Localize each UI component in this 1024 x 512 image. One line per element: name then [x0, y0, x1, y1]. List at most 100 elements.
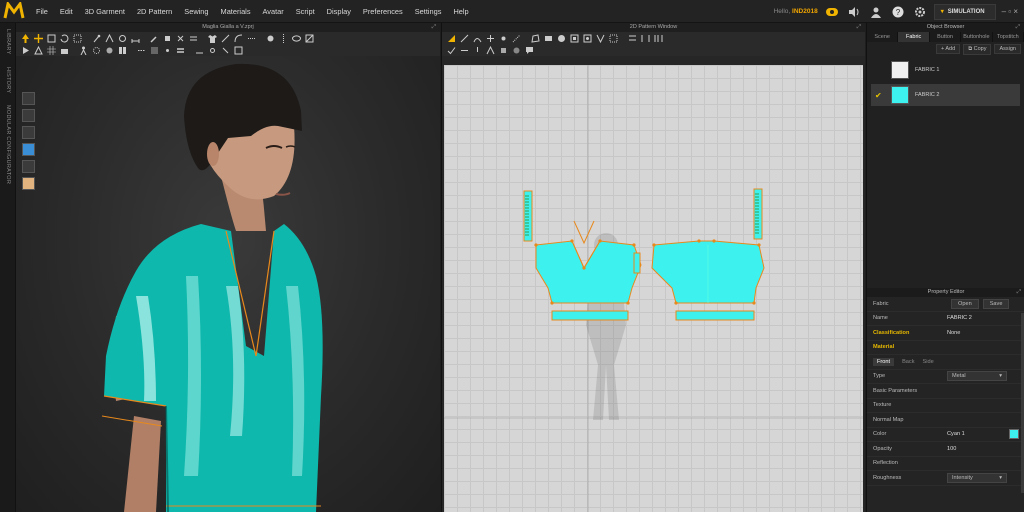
- move-tool-icon[interactable]: [33, 33, 44, 43]
- internal-rect-icon[interactable]: [569, 33, 580, 43]
- rotate-icon[interactable]: [59, 33, 70, 43]
- edit-texture-icon[interactable]: [498, 45, 509, 55]
- add-fabric-button[interactable]: + Add: [935, 44, 961, 54]
- oval-icon[interactable]: [291, 33, 302, 43]
- add-point-icon[interactable]: [485, 33, 496, 43]
- circle-icon[interactable]: [556, 33, 567, 43]
- garment-icon[interactable]: [207, 33, 218, 43]
- skin-view-icon[interactable]: [22, 177, 35, 190]
- fold-arrangement-icon[interactable]: [485, 45, 496, 55]
- menu-3d-garment[interactable]: 3D Garment: [79, 0, 131, 23]
- window-controls[interactable]: – ▫ ×: [1002, 7, 1018, 16]
- copy-fabric-button[interactable]: ⧉ Copy: [963, 43, 992, 55]
- expand-icon[interactable]: ⤢: [857, 23, 861, 32]
- name-field[interactable]: FABRIC 2: [947, 315, 1019, 321]
- slash-icon[interactable]: [511, 33, 522, 43]
- gear-icon[interactable]: [912, 4, 928, 20]
- open-button[interactable]: Open: [951, 298, 979, 309]
- trace-pattern-icon[interactable]: [608, 33, 619, 43]
- menu-2d-pattern[interactable]: 2D Pattern: [131, 0, 178, 23]
- opacity-value[interactable]: 100: [947, 446, 1019, 452]
- zipper-icon[interactable]: [278, 33, 289, 43]
- menu-settings[interactable]: Settings: [409, 0, 448, 23]
- menu-materials[interactable]: Materials: [215, 0, 257, 23]
- tab-front[interactable]: Front: [873, 357, 895, 366]
- edit-pattern-icon[interactable]: [459, 33, 470, 43]
- tab-buttonhole[interactable]: Buttonhole: [961, 32, 993, 42]
- menu-help[interactable]: Help: [447, 0, 474, 23]
- button-tool-icon[interactable]: [265, 33, 276, 43]
- trace-icon[interactable]: [246, 33, 257, 43]
- tab-topstitch[interactable]: Topstitch: [993, 32, 1024, 42]
- sewing-line-icon[interactable]: [459, 45, 470, 55]
- menu-display[interactable]: Display: [321, 0, 357, 23]
- xray-icon[interactable]: [91, 45, 102, 55]
- material-label[interactable]: Material: [873, 344, 947, 350]
- simulate-icon[interactable]: [20, 45, 31, 55]
- transform-icon[interactable]: [46, 33, 57, 43]
- line-icon[interactable]: [220, 33, 231, 43]
- light-view-icon[interactable]: [22, 160, 35, 173]
- type-select[interactable]: Metal ▾: [947, 371, 1007, 382]
- save-button[interactable]: Save: [982, 298, 1010, 309]
- tab-fabric[interactable]: Fabric: [898, 32, 930, 42]
- select-tool-icon[interactable]: [20, 33, 31, 43]
- rectangle-icon[interactable]: [543, 33, 554, 43]
- shrink-icon[interactable]: [175, 33, 186, 43]
- show-pins-icon[interactable]: [207, 45, 218, 55]
- 2d-pattern-canvas[interactable]: [444, 65, 863, 512]
- tab-button[interactable]: Button: [930, 32, 962, 42]
- edit-point-icon[interactable]: [72, 33, 83, 43]
- curve-icon[interactable]: [233, 33, 244, 43]
- roughness-select[interactable]: Intensity ▾: [947, 472, 1007, 483]
- pin-icon[interactable]: [91, 33, 102, 43]
- side-tab-history[interactable]: HISTORY: [0, 61, 16, 99]
- measure-icon[interactable]: [130, 33, 141, 43]
- notch-icon[interactable]: [472, 45, 483, 55]
- menu-edit[interactable]: Edit: [54, 0, 79, 23]
- transform-pattern-icon[interactable]: [446, 33, 457, 43]
- expand-icon[interactable]: ⤢: [432, 23, 436, 32]
- sound-icon[interactable]: [846, 4, 862, 20]
- menu-file[interactable]: File: [30, 0, 54, 23]
- camera-icon[interactable]: [59, 45, 70, 55]
- menu-avatar[interactable]: Avatar: [257, 0, 290, 23]
- expand-icon[interactable]: ⤢: [1016, 23, 1020, 32]
- skin-icon[interactable]: [104, 45, 115, 55]
- segment-sewing-icon[interactable]: [640, 33, 651, 43]
- show-measure-icon[interactable]: [194, 45, 205, 55]
- fit-icon[interactable]: [33, 45, 44, 55]
- stitch-view-icon[interactable]: [136, 45, 147, 55]
- list-item[interactable]: FABRIC 1: [871, 59, 1020, 81]
- side-tab-modular-configurator[interactable]: MODULAR CONFIGURATOR: [0, 99, 16, 190]
- tack-icon[interactable]: [117, 33, 128, 43]
- classification-label[interactable]: Classification: [873, 330, 947, 336]
- fold-icon[interactable]: [104, 33, 115, 43]
- curve-point-icon[interactable]: [498, 33, 509, 43]
- show-grid-icon[interactable]: [233, 45, 244, 55]
- expand-icon[interactable]: ⤢: [1017, 288, 1021, 297]
- show-tacks-icon[interactable]: [220, 45, 231, 55]
- simulation-button[interactable]: ▾ SIMULATION: [933, 3, 996, 20]
- tab-side[interactable]: Side: [923, 359, 934, 365]
- annotation-icon[interactable]: [524, 45, 535, 55]
- pattern-view-icon[interactable]: [117, 45, 128, 55]
- tab-back[interactable]: Back: [902, 359, 914, 365]
- texture-icon[interactable]: [304, 33, 315, 43]
- menu-preferences[interactable]: Preferences: [357, 0, 409, 23]
- tab-scene[interactable]: Scene: [867, 32, 899, 42]
- strain-map-icon[interactable]: [149, 45, 160, 55]
- basic-params-row[interactable]: Basic Parameters: [867, 384, 1024, 399]
- garment-solid-icon[interactable]: [22, 109, 35, 122]
- check-sewing-icon[interactable]: [446, 45, 457, 55]
- assign-fabric-button[interactable]: Assign: [994, 44, 1021, 54]
- avatar-mode-icon[interactable]: [78, 45, 89, 55]
- free-sewing-icon[interactable]: [653, 33, 664, 43]
- color-swatch[interactable]: [1009, 429, 1019, 440]
- garment-view-icon[interactable]: [22, 92, 35, 105]
- pressure-icon[interactable]: [162, 45, 173, 55]
- brush-icon[interactable]: [149, 33, 160, 43]
- graphic-icon[interactable]: [511, 45, 522, 55]
- user-icon[interactable]: [868, 4, 884, 20]
- reflection-row[interactable]: Reflection: [867, 457, 1024, 471]
